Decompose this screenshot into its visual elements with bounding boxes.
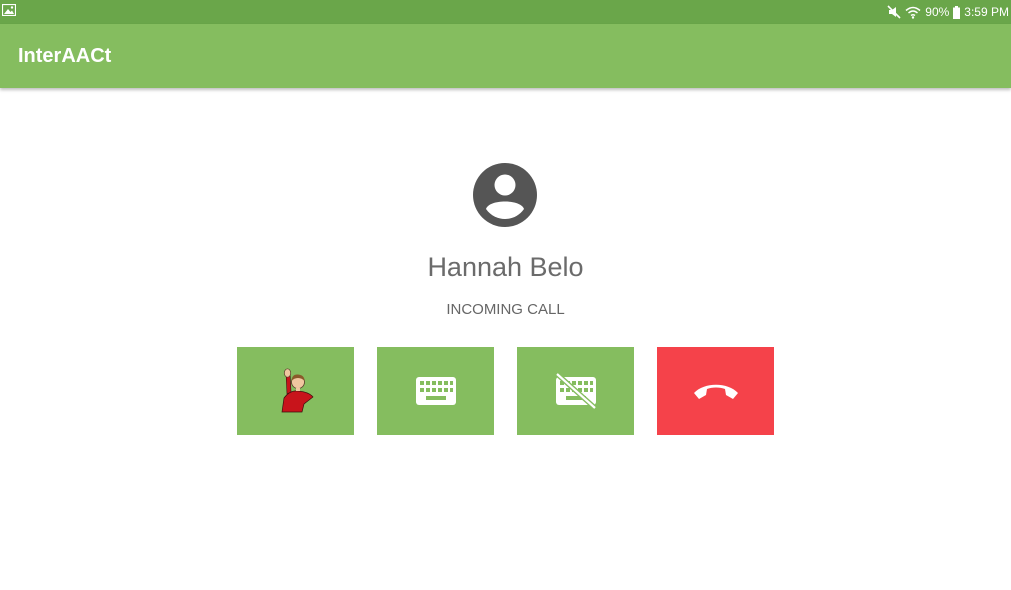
call-status: INCOMING CALL	[446, 301, 565, 318]
status-left	[1, 3, 17, 19]
status-time: 3:59 PM	[964, 5, 1009, 19]
app-title: InterAACt	[18, 45, 112, 67]
hang-up-icon	[693, 384, 738, 399]
caller-name: Hannah Belo	[427, 252, 584, 282]
keyboard-button[interactable]	[377, 347, 494, 435]
status-bar: 90% 3:59 PM	[0, 0, 1011, 24]
wave-greeting-button[interactable]	[237, 347, 354, 435]
app-bar: InterAACt	[0, 24, 1011, 88]
avatar-icon	[473, 163, 537, 227]
keyboard-icon	[415, 377, 456, 405]
status-right: 90% 3:59 PM	[887, 4, 1009, 20]
keyboard-off-icon	[554, 372, 597, 410]
battery-icon	[953, 5, 961, 19]
mute-icon	[887, 5, 901, 19]
battery-percent: 90%	[925, 5, 950, 19]
keyboard-off-button[interactable]	[517, 347, 634, 435]
image-notification-icon	[1, 3, 17, 17]
wifi-icon	[905, 6, 921, 19]
end-call-button[interactable]	[657, 347, 774, 435]
waving-person-icon	[281, 368, 313, 413]
